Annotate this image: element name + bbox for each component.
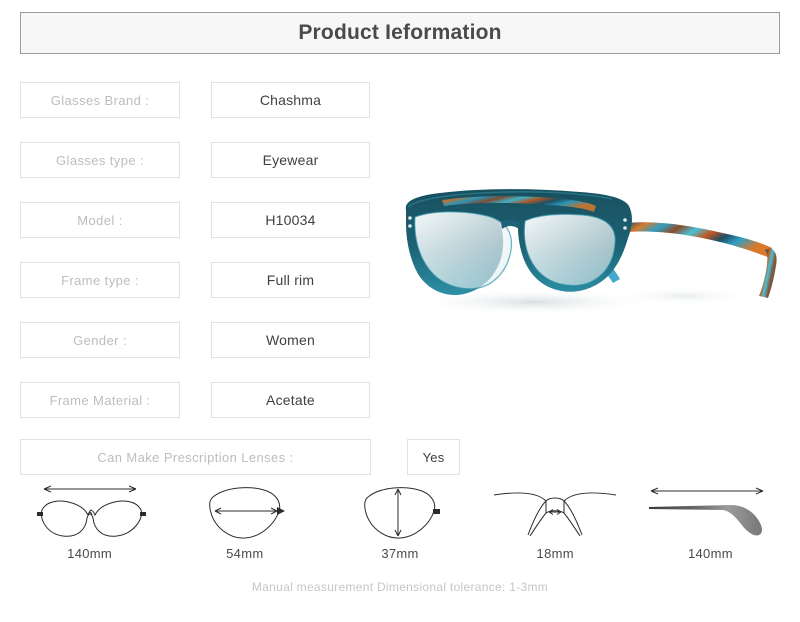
- measurement-diagram-row: 140mm 54mm 37mm 18mm 140mm: [12, 478, 788, 573]
- bridge-width-icon: [494, 492, 617, 537]
- spec-value-frame-material: Acetate: [211, 382, 370, 418]
- spec-value-prescription-lenses: Yes: [407, 439, 460, 475]
- spec-label-gender: Gender :: [20, 322, 180, 358]
- lens-width-caption: 54mm: [226, 546, 264, 561]
- measure-bridge-width: 18mm: [478, 478, 633, 573]
- page-header-bar: Product Ieformation: [20, 12, 780, 54]
- temple-length-figure: [635, 478, 785, 544]
- measure-lens-height: 37mm: [322, 478, 477, 573]
- measurement-tolerance-note: Manual measurement Dimensional tolerance…: [251, 580, 549, 594]
- temple-length-caption: 140mm: [687, 546, 733, 561]
- lens-width-figure: [185, 478, 305, 544]
- lens-height-icon: [364, 487, 440, 539]
- spec-label-glasses-type: Glasses type :: [20, 142, 180, 178]
- lens-height-figure: [340, 478, 460, 544]
- spec-label-glasses-brand: Glasses Brand :: [20, 82, 180, 118]
- spec-label-frame-type: Frame type :: [20, 262, 180, 298]
- eyeglasses-product-illustration: [405, 189, 777, 315]
- measure-frame-width: 140mm: [12, 478, 167, 573]
- spec-label-prescription-lenses: Can Make Prescription Lenses :: [20, 439, 371, 475]
- measure-lens-width: 54mm: [167, 478, 322, 573]
- spec-value-model: H10034: [211, 202, 370, 238]
- measure-temple-length: 140mm: [633, 478, 788, 573]
- temple-length-icon: [649, 487, 764, 536]
- spec-value-glasses-brand: Chashma: [211, 82, 370, 118]
- lens-width-icon: [208, 487, 285, 539]
- spec-value-glasses-type: Eyewear: [211, 142, 370, 178]
- spec-label-frame-material: Frame Material :: [20, 382, 180, 418]
- page-title: Product Ieformation: [298, 21, 502, 44]
- lens-height-caption: 37mm: [381, 546, 419, 561]
- spec-label-model: Model :: [20, 202, 180, 238]
- bridge-width-figure: [480, 478, 630, 544]
- spec-value-frame-type: Full rim: [211, 262, 370, 298]
- bridge-width-caption: 18mm: [536, 546, 574, 561]
- spec-value-gender: Women: [211, 322, 370, 358]
- product-image: [384, 176, 784, 326]
- frame-width-figure: [20, 478, 160, 544]
- frame-width-caption: 140mm: [67, 546, 113, 561]
- frame-width-icon: [36, 485, 146, 537]
